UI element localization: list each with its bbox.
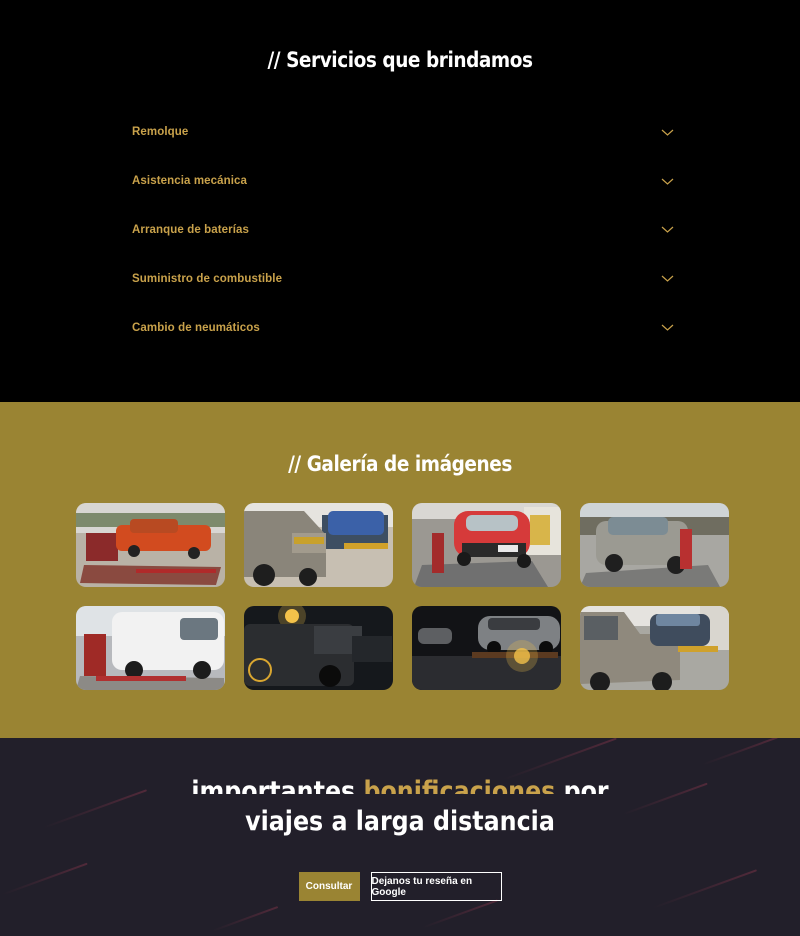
services-accordion: Remolque Asistencia mecánica Arranque de… bbox=[132, 108, 674, 352]
accordion-item-remolque[interactable]: Remolque bbox=[132, 108, 674, 157]
tow-truck-photo bbox=[412, 503, 561, 587]
gallery-image[interactable] bbox=[76, 606, 225, 690]
tow-truck-photo bbox=[580, 606, 729, 690]
decorative-streak bbox=[422, 899, 498, 929]
chevron-down-icon bbox=[661, 324, 674, 331]
accordion-label: Cambio de neumáticos bbox=[132, 321, 260, 334]
gallery-image[interactable] bbox=[244, 503, 393, 587]
chevron-down-icon bbox=[661, 129, 674, 136]
decorative-streak bbox=[211, 906, 279, 932]
decorative-streak bbox=[702, 738, 778, 766]
services-title-text: Servicios que brindamos bbox=[286, 48, 533, 72]
accordion-item-asistencia[interactable]: Asistencia mecánica bbox=[132, 157, 674, 206]
services-title: // Servicios que brindamos bbox=[48, 48, 752, 72]
chevron-down-icon bbox=[661, 178, 674, 185]
gallery-image[interactable] bbox=[76, 503, 225, 587]
google-review-button[interactable]: Dejanos tu reseña en Google bbox=[370, 872, 502, 901]
accordion-label: Asistencia mecánica bbox=[132, 175, 248, 188]
cta-text: importantes bbox=[191, 776, 364, 794]
gallery-image[interactable] bbox=[580, 606, 729, 690]
services-section: // Servicios que brindamos Remolque Asis… bbox=[0, 0, 800, 402]
cta-section: importantes bonificaciones por viajes a … bbox=[0, 738, 800, 936]
cta-heading-line2: viajes a larga distancia bbox=[245, 806, 555, 837]
gallery-title-text: Galería de imágenes bbox=[306, 452, 513, 476]
gallery-title: // Galería de imágenes bbox=[48, 452, 752, 476]
gallery-image[interactable] bbox=[580, 503, 729, 587]
title-prefix: // bbox=[267, 48, 281, 72]
accordion-item-combustible[interactable]: Suministro de combustible bbox=[132, 254, 674, 303]
gallery-image[interactable] bbox=[412, 606, 561, 690]
accordion-item-baterias[interactable]: Arranque de baterías bbox=[132, 206, 674, 255]
accordion-label: Suministro de combustible bbox=[132, 272, 283, 285]
gallery-image[interactable] bbox=[412, 503, 561, 587]
title-prefix: // bbox=[288, 452, 301, 476]
chevron-down-icon bbox=[661, 275, 674, 283]
chevron-down-icon bbox=[661, 227, 674, 234]
tow-truck-photo bbox=[76, 606, 225, 690]
cta-text: por bbox=[555, 776, 609, 794]
cta-heading-line1: importantes bonificaciones por bbox=[48, 768, 752, 794]
cta-buttons: Consultar Dejanos tu reseña en Google bbox=[0, 872, 800, 901]
gallery-section: // Galería de imágenes bbox=[0, 402, 800, 738]
tow-truck-photo bbox=[412, 606, 561, 690]
tow-truck-photo bbox=[580, 503, 729, 587]
cta-highlight: bonificaciones bbox=[363, 776, 556, 794]
gallery-image[interactable] bbox=[244, 606, 393, 690]
accordion-item-neumaticos[interactable]: Cambio de neumáticos bbox=[132, 303, 674, 352]
gallery-grid bbox=[76, 503, 730, 690]
accordion-label: Remolque bbox=[132, 126, 189, 139]
consultar-button[interactable]: Consultar bbox=[298, 872, 360, 901]
tow-truck-photo bbox=[244, 503, 393, 587]
tow-truck-photo bbox=[76, 503, 225, 587]
tow-truck-photo bbox=[244, 606, 393, 690]
accordion-label: Arranque de baterías bbox=[132, 223, 250, 236]
